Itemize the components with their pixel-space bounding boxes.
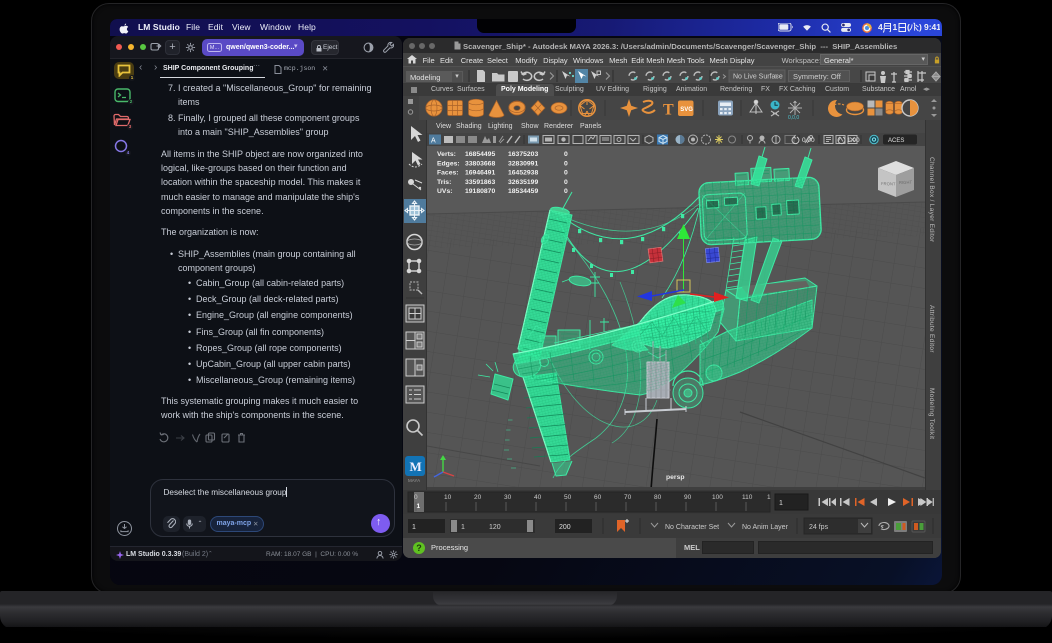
svg-text:30: 30 (504, 494, 512, 501)
svg-text:90: 90 (684, 494, 692, 501)
svg-text:A: A (431, 138, 436, 145)
svg-text:0: 0 (564, 170, 568, 177)
svg-text:1.00: 1.00 (847, 137, 860, 144)
svg-text:80: 80 (654, 494, 662, 501)
svg-text:0: 0 (414, 494, 418, 501)
svg-text:RIGHT: RIGHT (899, 180, 913, 185)
svg-text:0.00: 0.00 (802, 137, 815, 144)
svg-text:Edges:: Edges: (437, 160, 460, 167)
svg-text:70: 70 (624, 494, 632, 501)
svg-text:4: 4 (878, 22, 883, 32)
svg-text:18534459: 18534459 (508, 188, 538, 195)
svg-text:1: 1 (893, 22, 898, 32)
svg-text:Tris:: Tris: (437, 179, 451, 186)
svg-text:32830991: 32830991 (508, 160, 538, 167)
svg-text:No Anim Layer: No Anim Layer (742, 524, 789, 531)
svg-text:40: 40 (534, 494, 542, 501)
svg-text:19180870: 19180870 (465, 188, 495, 195)
svg-text:50: 50 (564, 494, 572, 501)
svg-text:ACES: ACES (888, 138, 904, 144)
svg-text:MAYA: MAYA (408, 478, 420, 483)
svg-text:persp: persp (666, 474, 685, 481)
svg-text:SVG: SVG (680, 107, 693, 113)
svg-text:Faces:: Faces: (437, 170, 459, 177)
svg-text:M: M (410, 459, 422, 474)
svg-text:No Character Set: No Character Set (665, 524, 719, 531)
svg-text:UVs:: UVs: (437, 188, 453, 195)
svg-text:0: 0 (564, 179, 568, 186)
svg-text:1: 1 (779, 500, 783, 507)
svg-text:0: 0 (564, 151, 568, 158)
svg-text:200: 200 (559, 524, 571, 531)
svg-text:9:41: 9:41 (924, 22, 940, 32)
svg-text:16375203: 16375203 (508, 151, 538, 158)
svg-text:1: 1 (461, 524, 465, 531)
svg-text:16854495: 16854495 (465, 151, 495, 158)
svg-text:100: 100 (712, 494, 723, 501)
svg-text:33803668: 33803668 (465, 160, 495, 167)
svg-text:0: 0 (564, 160, 568, 167)
svg-text:33591863: 33591863 (465, 179, 495, 186)
svg-text:60: 60 (594, 494, 602, 501)
svg-text:110: 110 (742, 494, 753, 501)
svg-text:10: 10 (444, 494, 452, 501)
svg-text:T: T (663, 102, 674, 119)
svg-text:16452938: 16452938 (508, 170, 538, 177)
svg-text:32635199: 32635199 (508, 179, 538, 186)
svg-text:1: 1 (412, 524, 416, 531)
svg-text:1: 1 (767, 494, 771, 501)
svg-text:20: 20 (474, 494, 482, 501)
svg-text:0: 0 (564, 188, 568, 195)
svg-text:1: 1 (417, 503, 421, 510)
svg-text:24 fps: 24 fps (809, 524, 829, 531)
svg-text:): ) (919, 22, 922, 32)
svg-text:16946491: 16946491 (465, 170, 495, 177)
svg-text:120: 120 (489, 524, 501, 531)
svg-text:FRONT: FRONT (881, 181, 896, 187)
svg-text:Verts:: Verts: (437, 151, 456, 158)
